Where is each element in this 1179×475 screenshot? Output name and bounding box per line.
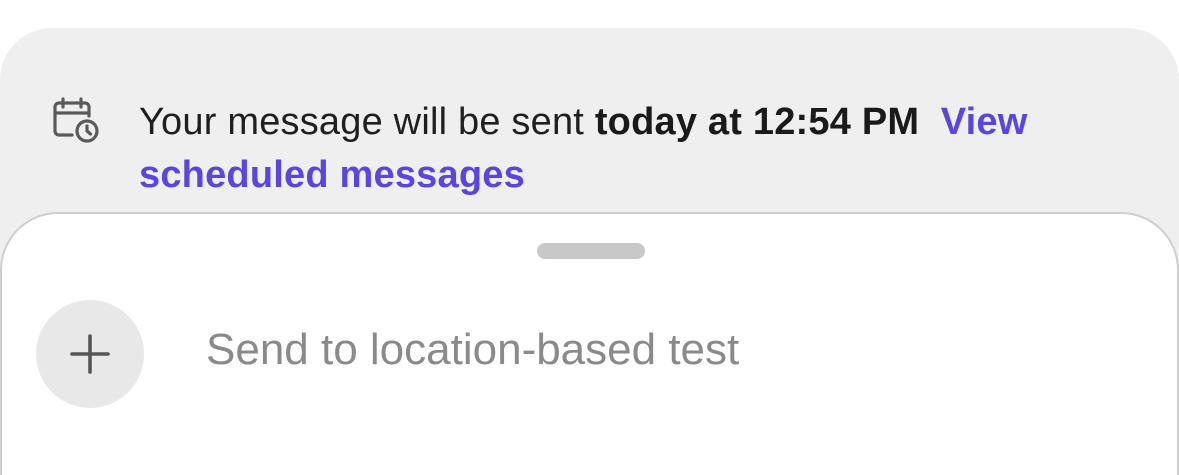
- add-attachment-button[interactable]: [36, 300, 144, 408]
- schedule-text-prefix: Your message will be sent: [139, 101, 595, 143]
- compose-sheet: [0, 212, 1179, 475]
- scheduled-message-composer: Your message will be sent today at 12:54…: [0, 0, 1179, 475]
- schedule-time: today at 12:54 PM: [594, 101, 920, 143]
- calendar-clock-icon: [50, 94, 102, 146]
- sheet-drag-handle[interactable]: [537, 243, 645, 259]
- plus-icon: [70, 334, 110, 374]
- schedule-message: Your message will be sent today at 12:54…: [139, 96, 1099, 202]
- message-input[interactable]: [206, 320, 1106, 380]
